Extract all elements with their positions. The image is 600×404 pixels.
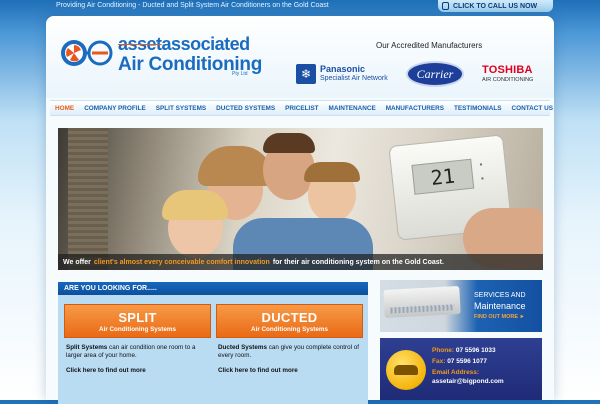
- top-bar: Providing Air Conditioning - Ducted and …: [0, 0, 600, 14]
- father-hair: [263, 133, 315, 153]
- email-address[interactable]: assetair@bigpond.com: [432, 378, 504, 385]
- services-find-out-more[interactable]: FIND OUT MORE ►: [474, 314, 525, 320]
- looking-for-panel: ARE YOU LOOKING FOR..... SPLIT Air Condi…: [58, 282, 368, 404]
- snowflake-icon: ❄: [296, 64, 316, 84]
- email-label: Email Address:: [432, 369, 480, 376]
- window-blind: [68, 128, 108, 270]
- nav-contact-us[interactable]: CONTACT US: [507, 105, 558, 112]
- split-button[interactable]: SPLIT Air Conditioning Systems: [64, 304, 211, 338]
- ducted-more-link[interactable]: Click here to find out more: [216, 367, 363, 374]
- split-title: SPLIT: [118, 309, 157, 325]
- split-description: Split Systems can air condition one room…: [66, 344, 196, 359]
- ducted-card: DUCTED Air Conditioning Systems Ducted S…: [216, 304, 363, 404]
- click-to-call-label: CLICK TO CALL US NOW: [453, 2, 538, 10]
- thermostat-display: 21: [411, 158, 475, 195]
- nav-company-profile[interactable]: COMPANY PROFILE: [79, 105, 151, 112]
- nav-manufacturers[interactable]: MANUFACTURERS: [381, 105, 449, 112]
- fax-number: 07 5596 1077: [447, 358, 487, 365]
- services-maintenance-banner[interactable]: SERVICES AND Maintenance FIND OUT MORE ►: [380, 280, 542, 332]
- nav-pricelist[interactable]: PRICELIST: [280, 105, 323, 112]
- site-header: assetassociated Air Conditioning Pty Ltd…: [46, 16, 554, 98]
- caption-post: for their air conditioning system on the…: [272, 258, 444, 266]
- ducted-button[interactable]: DUCTED Air Conditioning Systems: [216, 304, 363, 338]
- panasonic-logo[interactable]: Panasonic: [320, 64, 365, 74]
- nav-maintenance[interactable]: MAINTENANCE: [324, 105, 381, 112]
- services-line2: Maintenance: [474, 301, 526, 311]
- contact-box: Phone: 07 5596 1033 Fax: 07 5596 1077 Em…: [380, 338, 542, 400]
- services-line1: SERVICES AND: [474, 292, 526, 299]
- caption-pre: We offer: [63, 258, 91, 266]
- ducted-description: Ducted Systems can give you complete con…: [218, 344, 360, 359]
- toshiba-tagline: AIR CONDITIONING: [482, 77, 534, 83]
- contact-email-row: assetair@bigpond.com: [432, 378, 504, 385]
- contact-phone-row: Phone: 07 5596 1033: [432, 347, 496, 354]
- phone-number[interactable]: 07 5596 1033: [456, 347, 496, 354]
- logo-asset: asset: [118, 34, 162, 54]
- boy-hair: [304, 162, 360, 182]
- site-tagline: Providing Air Conditioning - Ducted and …: [56, 2, 329, 9]
- mother-hair: [198, 146, 273, 186]
- ducted-title: DUCTED: [261, 309, 318, 325]
- manufacturers-title: Our Accredited Manufacturers: [376, 41, 483, 50]
- carrier-logo[interactable]: Carrier: [406, 61, 464, 87]
- split-subtitle: Air Conditioning Systems: [99, 325, 176, 333]
- panasonic-tagline: Specialist Air Network: [320, 75, 388, 82]
- aircon-unit-image: [383, 286, 461, 318]
- nav-split-systems[interactable]: SPLIT SYSTEMS: [151, 105, 211, 112]
- nav-ducted-systems[interactable]: DUCTED SYSTEMS: [211, 105, 280, 112]
- logo-wordmark-top[interactable]: assetassociated: [118, 34, 250, 55]
- logo-associated: associated: [161, 34, 251, 54]
- looking-for-heading: ARE YOU LOOKING FOR.....: [58, 282, 368, 295]
- hero-caption: We offer client's almost every conceivab…: [58, 254, 543, 270]
- contact-email-label-row: Email Address:: [432, 369, 479, 376]
- nav-testimonials[interactable]: TESTIMONIALS: [449, 105, 507, 112]
- caption-highlight: client's almost every conceivable comfor…: [93, 258, 270, 266]
- hero-banner: 21 ■ ■ We offer client's almost every co…: [58, 128, 543, 270]
- fan-logo-icon[interactable]: [58, 36, 116, 70]
- thermostat-button-label: ■: [479, 161, 483, 167]
- phone-label: Phone:: [432, 347, 455, 354]
- toshiba-logo[interactable]: TOSHIBA: [482, 64, 533, 76]
- nav-home[interactable]: HOME: [50, 105, 79, 112]
- click-to-call-button[interactable]: CLICK TO CALL US NOW: [438, 0, 553, 12]
- telephone-icon: [386, 350, 426, 390]
- split-card: SPLIT Air Conditioning Systems Split Sys…: [64, 304, 211, 404]
- thermostat-button-label: ■: [480, 175, 484, 181]
- fax-label: Fax:: [432, 358, 446, 365]
- logo-pty: Pty Ltd: [232, 71, 248, 77]
- split-more-link[interactable]: Click here to find out more: [64, 367, 211, 374]
- phone-icon: [442, 2, 449, 10]
- girl-hair: [162, 190, 228, 220]
- contact-fax-row: Fax: 07 5596 1077: [432, 358, 487, 365]
- ducted-subtitle: Air Conditioning Systems: [251, 325, 328, 333]
- main-nav: HOME COMPANY PROFILE SPLIT SYSTEMS DUCTE…: [50, 100, 553, 116]
